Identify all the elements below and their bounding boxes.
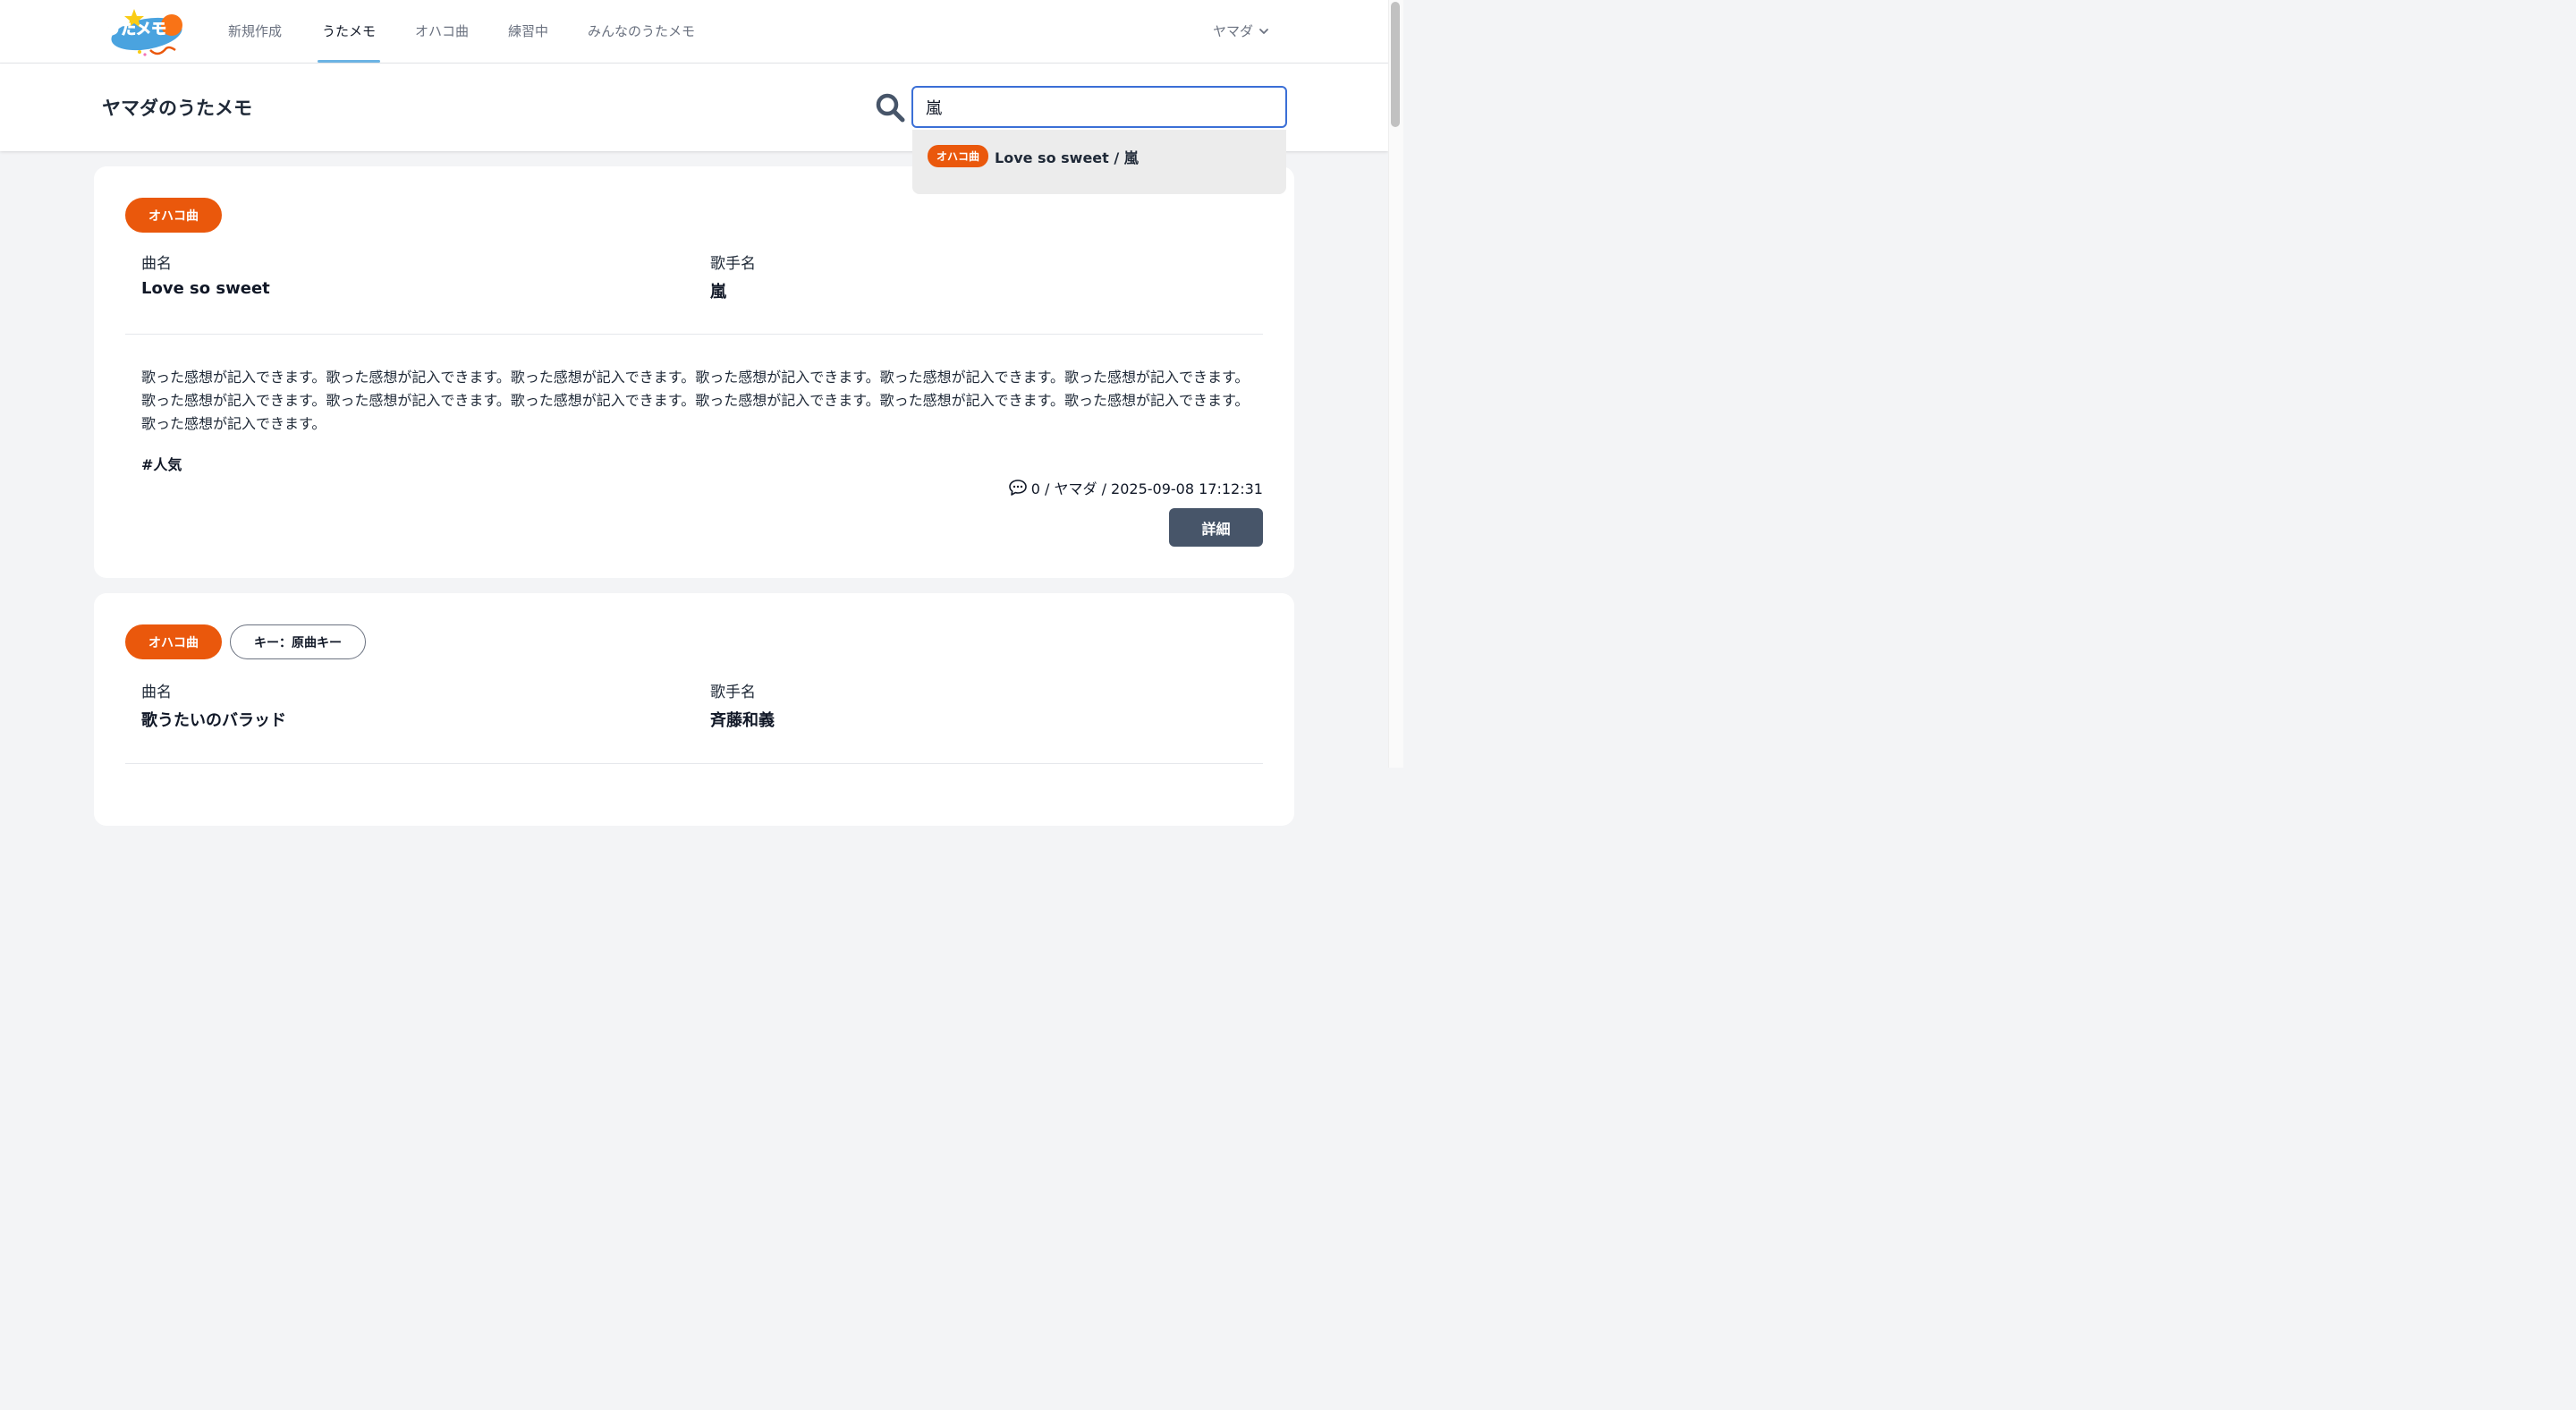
suggestion-item[interactable]: オハコ曲 Love so sweet / 嵐 [928,145,1139,167]
divider [125,763,1263,764]
song-label: 曲名 [141,684,172,701]
page-title: ヤマダのうたメモ [102,98,252,119]
svg-text:うたメモ: うたメモ [106,21,166,38]
nav-new[interactable]: 新規作成 [228,0,282,63]
song-label: 曲名 [141,255,172,273]
search-suggestions: オハコ曲 Love so sweet / 嵐 [912,130,1286,194]
artist-label: 歌手名 [710,255,756,273]
divider [125,334,1263,335]
tag-ohako: オハコ曲 [125,624,222,659]
nav-ohako[interactable]: オハコ曲 [415,0,469,63]
suggestion-text: Love so sweet / 嵐 [995,149,1139,166]
user-menu[interactable]: ヤマダ [1213,21,1269,40]
memo-card: オハコ曲 キー：原曲キー 曲名 歌うたいのバラッド 歌手名 斉藤和義 [94,593,1294,826]
artist-name: 嵐 [710,283,726,302]
song-name: 歌うたいのバラッド [141,711,286,730]
hashtag: #人気 [141,456,182,473]
app-logo[interactable]: うたメモ [100,4,188,59]
artist-label: 歌手名 [710,684,756,701]
nav-utamemo[interactable]: うたメモ [317,0,381,63]
nav-everyone[interactable]: みんなのうたメモ [588,0,695,63]
card-tags: オハコ曲 [125,198,222,233]
memo-text: 歌った感想が記入できます。歌った感想が記入できます。歌った感想が記入できます。歌… [141,369,1250,432]
search-icon[interactable] [875,92,905,123]
memo-card: オハコ曲 曲名 Love so sweet 歌手名 嵐 歌った感想が記入できます… [94,166,1294,578]
nav-practice[interactable]: 練習中 [508,0,548,63]
artist-name: 斉藤和義 [710,711,775,730]
suggestion-tag: オハコ曲 [928,145,989,167]
tag-ohako: オハコ曲 [125,198,222,233]
user-name: ヤマダ [1213,23,1254,39]
top-navbar: うたメモ 新規作成 うたメモ オハコ曲 練習中 みんなのうたメモ ヤマダ [0,0,1388,64]
card-meta: 0 / ヤマダ / 2025-09-08 17:12:31 [1008,477,1263,498]
meta-text: 0 / ヤマダ / 2025-09-08 17:12:31 [1030,480,1263,497]
search-input[interactable] [911,86,1287,128]
scrollbar-thumb[interactable] [1391,2,1400,127]
song-name: Love so sweet [141,279,270,298]
chevron-down-icon [1259,28,1268,34]
comment-icon [1008,480,1027,496]
card-tags: オハコ曲 キー：原曲キー [125,624,366,659]
tag-key: キー：原曲キー [230,624,366,659]
detail-button[interactable]: 詳細 [1169,508,1263,547]
